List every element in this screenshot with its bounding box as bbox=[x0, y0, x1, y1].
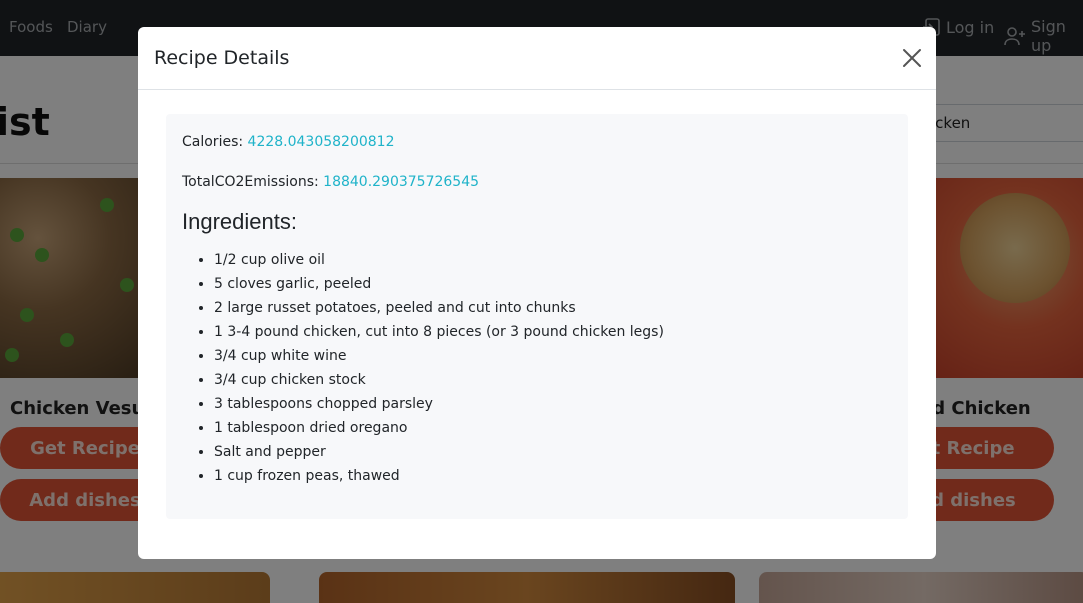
ingredient-item: 5 cloves garlic, peeled bbox=[214, 272, 664, 296]
close-button[interactable] bbox=[901, 47, 923, 69]
ingredient-item: 1 3-4 pound chicken, cut into 8 pieces (… bbox=[214, 320, 664, 344]
ingredient-item: 1 cup frozen peas, thawed bbox=[214, 464, 664, 488]
ingredients-heading: Ingredients: bbox=[182, 209, 297, 234]
ingredient-item: 3 tablespoons chopped parsley bbox=[214, 392, 664, 416]
ingredient-item: 1 tablespoon dried oregano bbox=[214, 416, 664, 440]
ingredient-item: 3/4 cup chicken stock bbox=[214, 368, 664, 392]
ingredient-item: 2 large russet potatoes, peeled and cut … bbox=[214, 296, 664, 320]
co2-row: TotalCO2Emissions: 18840.290375726545 bbox=[182, 174, 479, 190]
recipe-details-body: Calories: 4228.043058200812 TotalCO2Emis… bbox=[166, 114, 908, 519]
ingredient-item: 1/2 cup olive oil bbox=[214, 248, 664, 272]
ingredient-list: 1/2 cup olive oil 5 cloves garlic, peele… bbox=[214, 248, 664, 488]
modal-title: Recipe Details bbox=[154, 47, 290, 69]
calories-label: Calories: bbox=[182, 134, 248, 150]
modal-header: Recipe Details bbox=[138, 27, 936, 90]
recipe-details-modal: Recipe Details Calories: 4228.0430582008… bbox=[138, 27, 936, 559]
co2-label: TotalCO2Emissions: bbox=[182, 174, 324, 190]
ingredient-item: 3/4 cup white wine bbox=[214, 344, 664, 368]
calories-value: 4228.043058200812 bbox=[247, 134, 395, 150]
co2-value: 18840.290375726545 bbox=[323, 174, 480, 190]
close-icon bbox=[903, 49, 921, 67]
ingredient-item: Salt and pepper bbox=[214, 440, 664, 464]
calories-row: Calories: 4228.043058200812 bbox=[182, 134, 395, 150]
